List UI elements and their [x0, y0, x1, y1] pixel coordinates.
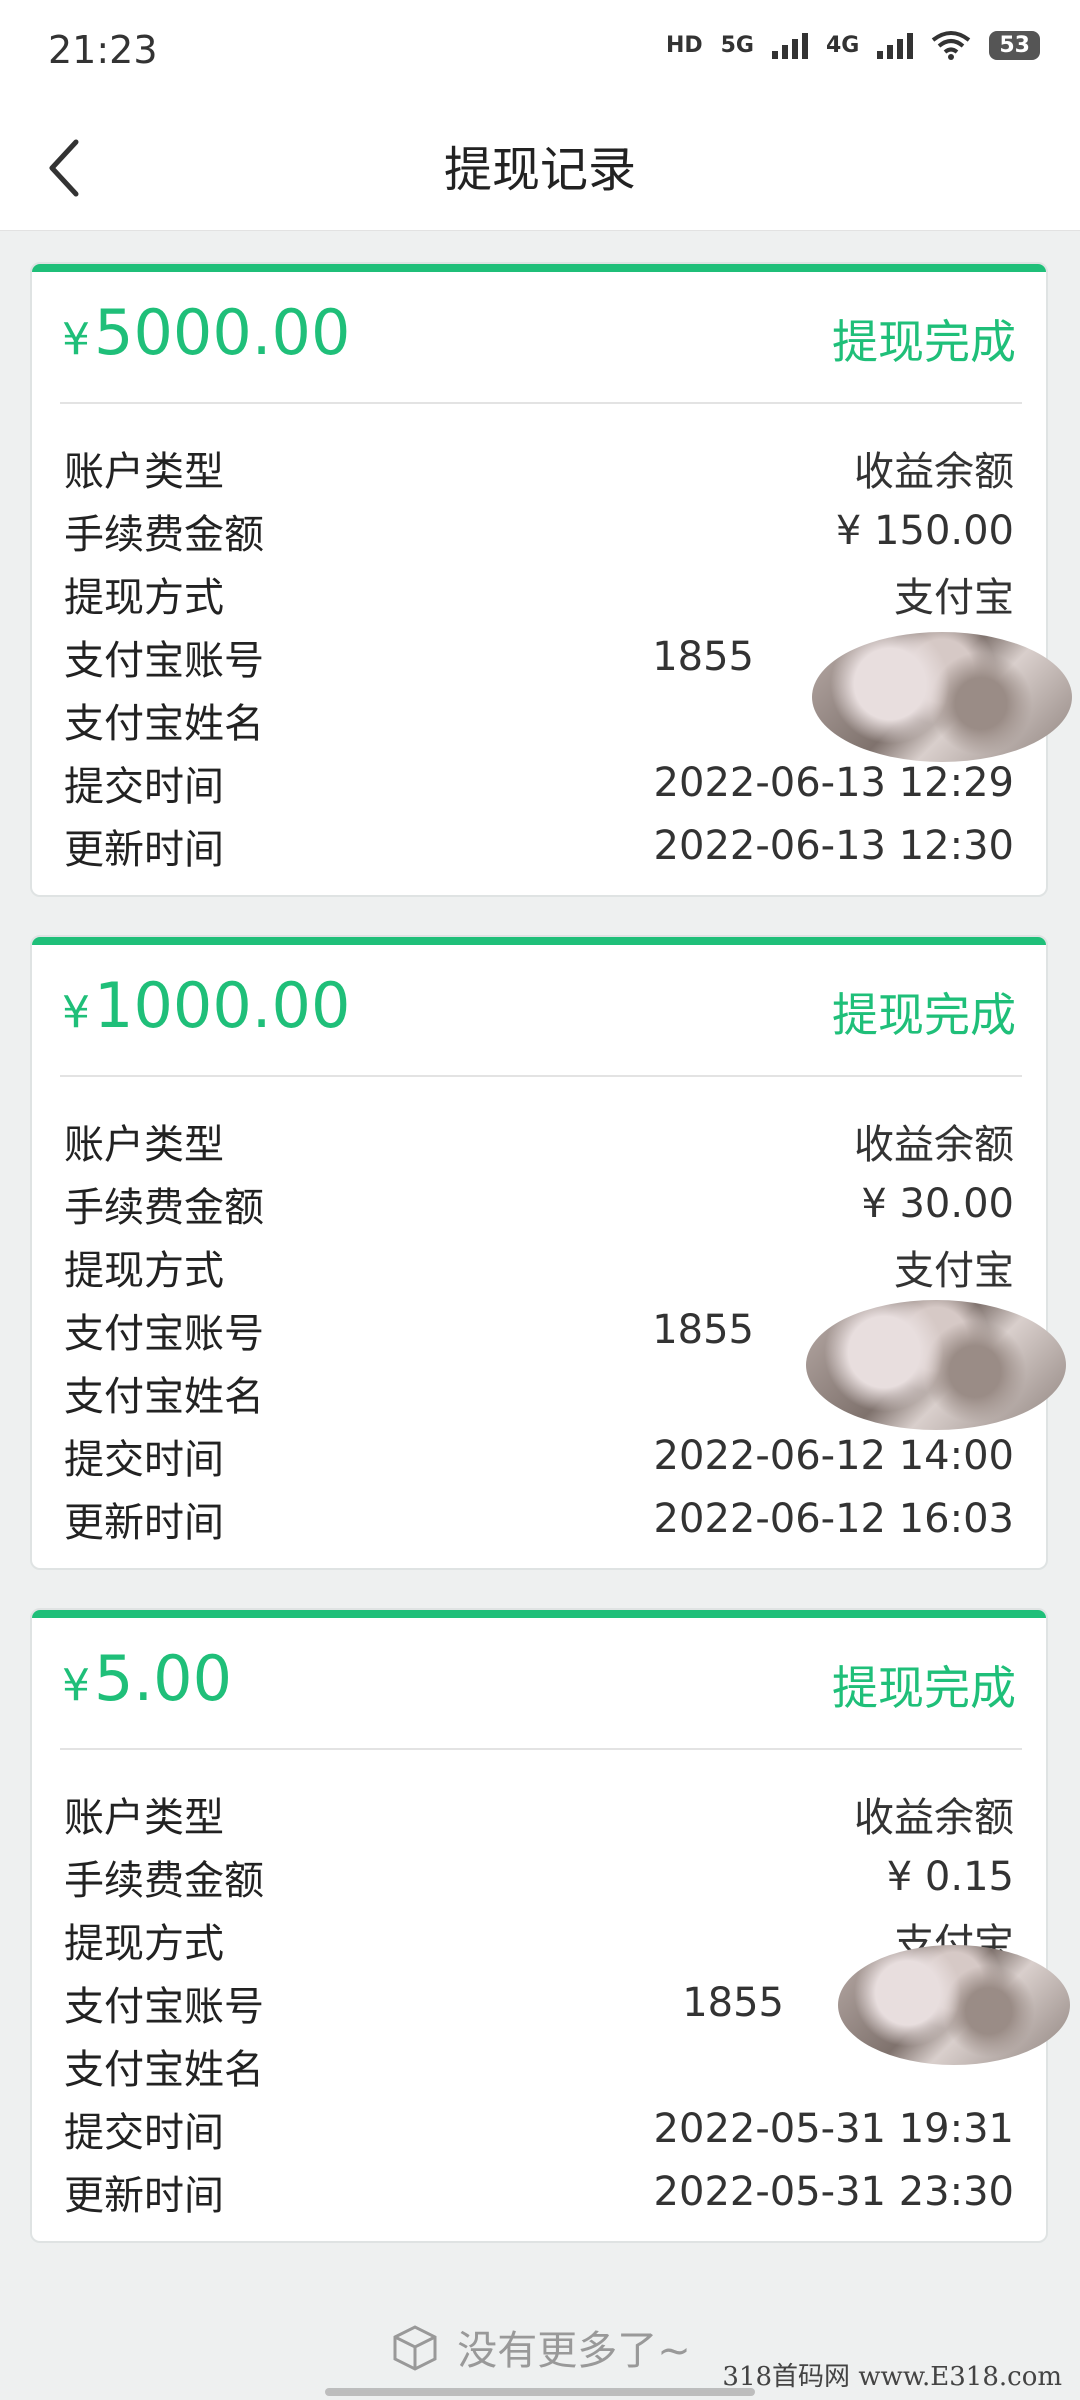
currency-symbol: ¥ — [62, 987, 90, 1038]
redaction-smudge — [806, 1300, 1066, 1430]
row-label: 更新时间 — [64, 2172, 224, 2219]
signal-icon — [772, 31, 808, 59]
amount-value: 1000.00 — [94, 969, 351, 1042]
row-value: ¥ 150.00 — [835, 507, 1014, 554]
row-label: 提交时间 — [64, 763, 224, 810]
status-icons: HD 5G 4G 53 — [666, 30, 1040, 60]
row-label: 支付宝姓名 — [64, 700, 264, 747]
header: 提现记录 — [0, 100, 1080, 231]
divider — [60, 402, 1022, 404]
row-label: 提现方式 — [64, 1247, 224, 1294]
divider — [60, 1075, 1022, 1077]
row-label: 手续费金额 — [64, 1184, 264, 1231]
row-value: ¥ 30.00 — [861, 1180, 1014, 1227]
empty-box-icon — [393, 2325, 437, 2371]
watermark: 318首码网 www.E318.com — [722, 2362, 1062, 2392]
row-label: 提交时间 — [64, 1436, 224, 1483]
row-label: 更新时间 — [64, 826, 224, 873]
row-value: 2022-06-12 16:03 — [653, 1495, 1014, 1542]
row-value: 2022-06-13 12:29 — [653, 759, 1014, 806]
row-label: 手续费金额 — [64, 1857, 264, 1904]
detail-row-fee: 手续费金额 ¥ 30.00 — [64, 1172, 1014, 1235]
status-label: 提现完成 — [832, 1661, 1016, 1715]
row-value: 支付宝 — [894, 1247, 1014, 1294]
detail-row-update-time: 更新时间 2022-06-12 16:03 — [64, 1487, 1014, 1550]
row-value: 1855 — [652, 633, 754, 680]
row-value: 收益余额 — [854, 1794, 1014, 1841]
withdrawal-record-card: ¥5000.00 提现完成 账户类型 收益余额 手续费金额 ¥ 150.00 提现方… — [30, 262, 1048, 897]
wifi-icon — [932, 31, 971, 60]
detail-row-fee: 手续费金额 ¥ 0.15 — [64, 1845, 1014, 1908]
divider — [60, 1748, 1022, 1750]
amount: ¥5.00 — [62, 1642, 232, 1715]
row-label: 账户类型 — [64, 448, 224, 495]
detail-row-method: 提现方式 支付宝 — [64, 562, 1014, 625]
home-indicator[interactable] — [325, 2388, 755, 2396]
status-label: 提现完成 — [832, 988, 1016, 1042]
amount-value: 5.00 — [94, 1642, 233, 1715]
row-value: 2022-05-31 19:31 — [653, 2105, 1014, 2152]
detail-row-account-type: 账户类型 收益余额 — [64, 1109, 1014, 1172]
status-bar: 21:23 HD 5G 4G 53 — [0, 0, 1080, 100]
withdrawal-record-card: ¥1000.00 提现完成 账户类型 收益余额 手续费金额 ¥ 30.00 提现方式… — [30, 935, 1048, 1570]
row-label: 提现方式 — [64, 1920, 224, 1967]
row-label: 手续费金额 — [64, 511, 264, 558]
redaction-smudge — [812, 632, 1072, 762]
detail-row-account-type: 账户类型 收益余额 — [64, 436, 1014, 499]
status-label: 提现完成 — [832, 315, 1016, 369]
row-label: 支付宝账号 — [64, 1310, 264, 1357]
card-accent-bar — [32, 1610, 1046, 1618]
row-value: 收益余额 — [854, 448, 1014, 495]
withdrawal-record-card: ¥5.00 提现完成 账户类型 收益余额 手续费金额 ¥ 0.15 提现方式 支付宝 … — [30, 1608, 1048, 2243]
row-label: 支付宝姓名 — [64, 1373, 264, 1420]
detail-row-account-type: 账户类型 收益余额 — [64, 1782, 1014, 1845]
page-title: 提现记录 — [443, 142, 636, 198]
row-label: 提现方式 — [64, 574, 224, 621]
row-value: 支付宝 — [894, 574, 1014, 621]
detail-row-method: 提现方式 支付宝 — [64, 1235, 1014, 1298]
detail-row-submit-time: 提交时间 2022-05-31 19:31 — [64, 2097, 1014, 2160]
network-5g-label: 5G — [720, 32, 754, 58]
row-value: 1855 — [682, 1979, 784, 2026]
currency-symbol: ¥ — [62, 314, 90, 365]
signal-icon-2 — [877, 31, 914, 59]
row-label: 提交时间 — [64, 2109, 224, 2156]
row-label: 账户类型 — [64, 1794, 224, 1841]
status-time: 21:23 — [48, 28, 158, 72]
hd-icon: HD — [665, 32, 703, 58]
no-more-text: 没有更多了~ — [457, 2328, 691, 2374]
row-label: 支付宝账号 — [64, 1983, 264, 2030]
row-label: 支付宝账号 — [64, 637, 264, 684]
amount: ¥5000.00 — [62, 296, 350, 369]
row-label: 支付宝姓名 — [64, 2046, 264, 2093]
row-value: 2022-06-13 12:30 — [653, 822, 1014, 869]
row-label: 更新时间 — [64, 1499, 224, 1546]
amount: ¥1000.00 — [62, 969, 350, 1042]
row-label: 账户类型 — [64, 1121, 224, 1168]
detail-row-submit-time: 提交时间 2022-06-12 14:00 — [64, 1424, 1014, 1487]
row-value: ¥ 0.15 — [886, 1853, 1014, 1900]
redaction-smudge — [838, 1945, 1070, 2065]
battery-icon: 53 — [989, 30, 1040, 60]
row-value: 收益余额 — [854, 1121, 1014, 1168]
row-value: 1855 — [652, 1306, 754, 1353]
card-accent-bar — [32, 264, 1046, 272]
amount-value: 5000.00 — [94, 296, 351, 369]
detail-row-update-time: 更新时间 2022-06-13 12:30 — [64, 814, 1014, 877]
row-value: 2022-06-12 14:00 — [653, 1432, 1014, 1479]
row-value: 2022-05-31 23:30 — [653, 2168, 1014, 2215]
detail-row-submit-time: 提交时间 2022-06-13 12:29 — [64, 751, 1014, 814]
network-4g-label: 4G — [826, 32, 860, 58]
card-accent-bar — [32, 937, 1046, 945]
detail-row-fee: 手续费金额 ¥ 150.00 — [64, 499, 1014, 562]
detail-row-update-time: 更新时间 2022-05-31 23:30 — [64, 2160, 1014, 2223]
currency-symbol: ¥ — [62, 1660, 90, 1711]
